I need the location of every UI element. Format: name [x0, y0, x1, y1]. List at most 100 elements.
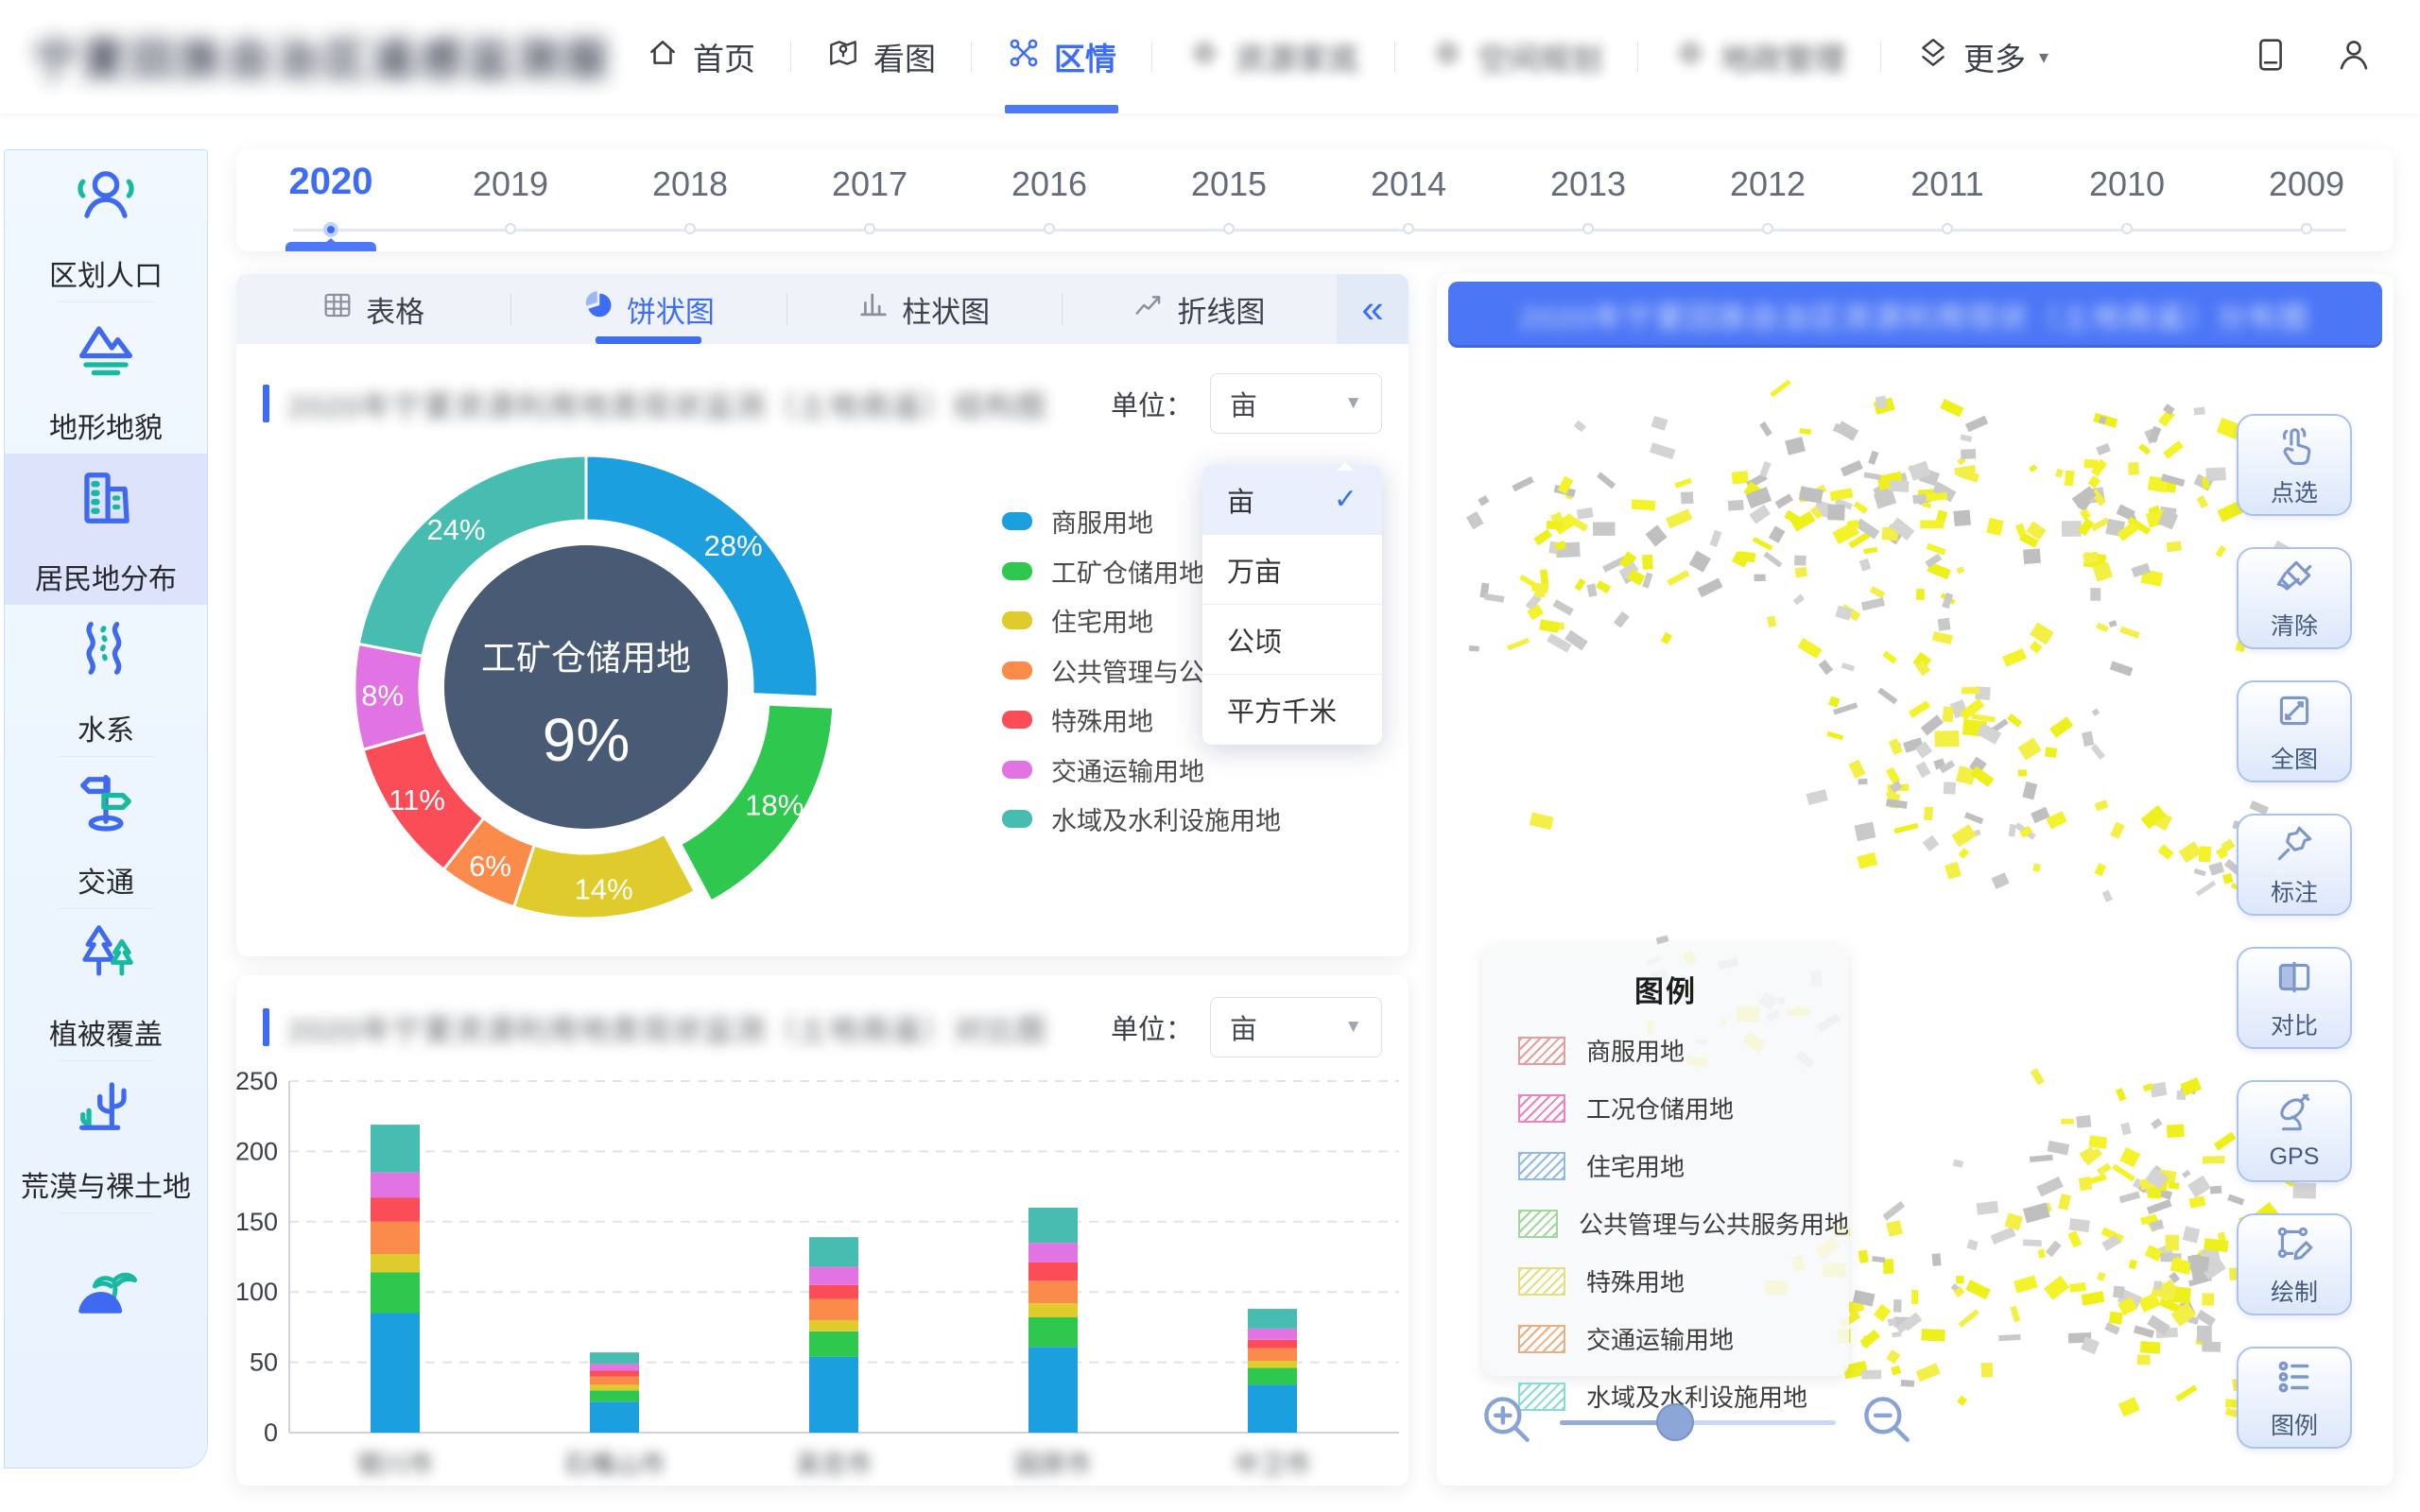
- timeline-dot-2009[interactable]: [2301, 223, 2312, 234]
- bar-segment-1-5[interactable]: [590, 1364, 639, 1370]
- bar-segment-0-6[interactable]: [371, 1125, 420, 1173]
- bar-segment-4-4[interactable]: [1248, 1340, 1297, 1349]
- timeline-year-2020[interactable]: 2020: [289, 161, 373, 203]
- zoom-slider-handle[interactable]: [1656, 1403, 1694, 1441]
- bar-segment-3-1[interactable]: [1028, 1317, 1078, 1347]
- timeline-dot-2013[interactable]: [1582, 223, 1594, 234]
- sidebar-item-1[interactable]: 地形地貌: [5, 302, 207, 454]
- map-tool-4[interactable]: 对比: [2237, 947, 2352, 1049]
- timeline-year-2011[interactable]: 2011: [1910, 164, 1983, 204]
- donut-chart[interactable]: 28%18%14%6%11%8%24%工矿仓储用地9%: [331, 432, 841, 942]
- bar-segment-1-3[interactable]: [590, 1376, 639, 1384]
- zoom-slider-track[interactable]: [1560, 1420, 1836, 1425]
- map-tool-3[interactable]: 标注: [2237, 814, 2352, 916]
- bar-segment-3-6[interactable]: [1028, 1208, 1078, 1243]
- timeline-year-2012[interactable]: 2012: [1730, 164, 1806, 204]
- timeline-dot-2014[interactable]: [1403, 223, 1414, 234]
- bar-segment-4-0[interactable]: [1248, 1384, 1297, 1433]
- nav-item-4[interactable]: 空间规划: [1395, 0, 1637, 113]
- bar-segment-3-4[interactable]: [1028, 1263, 1078, 1280]
- timeline-dot-2010[interactable]: [2121, 223, 2133, 234]
- bar-segment-4-1[interactable]: [1248, 1368, 1297, 1385]
- timeline-dot-2016[interactable]: [1044, 223, 1055, 234]
- user-icon[interactable]: [2335, 36, 2373, 78]
- dropdown-option-2[interactable]: 公顷: [1202, 605, 1382, 675]
- journal-icon[interactable]: [2252, 36, 2290, 78]
- bar-segment-0-3[interactable]: [371, 1222, 420, 1254]
- bar-segment-2-0[interactable]: [809, 1357, 858, 1433]
- timeline-year-2015[interactable]: 2015: [1191, 164, 1267, 204]
- timeline-dot-2011[interactable]: [1942, 223, 1953, 234]
- bar-segment-0-5[interactable]: [371, 1173, 420, 1198]
- nav-item-0[interactable]: 首页: [611, 0, 790, 113]
- map-tool-1[interactable]: 清除: [2237, 547, 2352, 649]
- unit-dropdown-button[interactable]: 亩 ▼: [1210, 373, 1382, 434]
- timeline-dot-2017[interactable]: [864, 223, 875, 234]
- pie-legend-item-0[interactable]: 商服用地: [1002, 503, 1153, 540]
- sidebar-item-4[interactable]: 交通: [5, 757, 207, 908]
- bar-segment-0-4[interactable]: [371, 1198, 420, 1222]
- timeline-year-2013[interactable]: 2013: [1550, 164, 1626, 204]
- pie-legend-item-2[interactable]: 住宅用地: [1002, 602, 1153, 639]
- dropdown-option-1[interactable]: 万亩: [1202, 535, 1382, 605]
- pie-legend-item-5[interactable]: 交通运输用地: [1002, 751, 1204, 788]
- nav-item-1[interactable]: 看图: [791, 0, 971, 113]
- bar-segment-1-0[interactable]: [590, 1401, 639, 1433]
- timeline-year-2009[interactable]: 2009: [2269, 164, 2344, 204]
- tab-3[interactable]: 折线图: [1063, 274, 1337, 344]
- timeline-year-2010[interactable]: 2010: [2089, 164, 2165, 204]
- map-tool-2[interactable]: 全图: [2237, 680, 2352, 782]
- timeline-dot-2012[interactable]: [1762, 223, 1773, 234]
- pie-legend-item-4[interactable]: 特殊用地: [1002, 701, 1153, 738]
- bar-segment-1-4[interactable]: [590, 1371, 639, 1377]
- dropdown-option-3[interactable]: 平方千米: [1202, 675, 1382, 745]
- sidebar-item-7[interactable]: [5, 1213, 207, 1365]
- map-tool-7[interactable]: 图例: [2237, 1347, 2352, 1449]
- bar-segment-1-2[interactable]: [590, 1384, 639, 1390]
- bar-segment-1-1[interactable]: [590, 1390, 639, 1401]
- nav-item-6[interactable]: 更多▾: [1881, 0, 2083, 113]
- timeline-year-2018[interactable]: 2018: [652, 164, 728, 204]
- bar-segment-2-3[interactable]: [809, 1299, 858, 1320]
- bar-segment-2-5[interactable]: [809, 1266, 858, 1284]
- sidebar-item-5[interactable]: 植被覆盖: [5, 909, 207, 1060]
- bar-segment-3-2[interactable]: [1028, 1303, 1078, 1317]
- map-tool-0[interactable]: 点选: [2237, 414, 2352, 516]
- pie-legend-item-1[interactable]: 工矿仓储用地: [1002, 553, 1204, 590]
- bar-segment-4-3[interactable]: [1248, 1349, 1297, 1361]
- bar-segment-0-1[interactable]: [371, 1272, 420, 1313]
- map-tool-5[interactable]: GPS: [2237, 1080, 2352, 1182]
- bar-segment-2-6[interactable]: [809, 1237, 858, 1266]
- bar-segment-2-4[interactable]: [809, 1285, 858, 1299]
- pie-legend-item-6[interactable]: 水域及水利设施用地: [1002, 800, 1281, 837]
- nav-item-2[interactable]: 区情: [972, 0, 1151, 113]
- dropdown-option-0[interactable]: 亩✓: [1202, 465, 1382, 535]
- tab-2[interactable]: 柱状图: [787, 274, 1062, 344]
- timeline-year-2014[interactable]: 2014: [1371, 164, 1446, 204]
- bar-segment-0-2[interactable]: [371, 1254, 420, 1272]
- bar-segment-0-0[interactable]: [371, 1314, 420, 1433]
- bar-segment-3-0[interactable]: [1028, 1347, 1078, 1433]
- sidebar-item-6[interactable]: 荒漠与裸土地: [5, 1061, 207, 1212]
- sidebar-item-2[interactable]: 居民地分布: [5, 454, 207, 605]
- bar-segment-2-1[interactable]: [809, 1332, 858, 1357]
- tab-0[interactable]: 表格: [236, 274, 510, 344]
- timeline-year-2017[interactable]: 2017: [832, 164, 908, 204]
- map-tool-6[interactable]: 绘制: [2237, 1213, 2352, 1315]
- sidebar-item-3[interactable]: 水系: [5, 605, 207, 756]
- bar-segment-3-5[interactable]: [1028, 1243, 1078, 1263]
- timeline-year-2016[interactable]: 2016: [1011, 164, 1087, 204]
- timeline-dot-2018[interactable]: [684, 223, 696, 234]
- bar-segment-4-5[interactable]: [1248, 1329, 1297, 1340]
- stacked-bar-chart[interactable]: 050100150200250: [236, 975, 1409, 1486]
- timeline-dot-2019[interactable]: [505, 223, 516, 234]
- timeline-dot-2015[interactable]: [1223, 223, 1235, 234]
- nav-item-5[interactable]: 地政管理: [1638, 0, 1880, 113]
- tab-1[interactable]: 饼状图: [511, 274, 786, 344]
- nav-item-3[interactable]: 资源家底: [1152, 0, 1394, 113]
- timeline-year-2019[interactable]: 2019: [473, 164, 548, 204]
- magnifier-minus-icon[interactable]: [1858, 1391, 1917, 1454]
- bar-segment-1-6[interactable]: [590, 1352, 639, 1364]
- bar-segment-3-3[interactable]: [1028, 1280, 1078, 1303]
- collapse-panel-button[interactable]: «: [1337, 274, 1409, 344]
